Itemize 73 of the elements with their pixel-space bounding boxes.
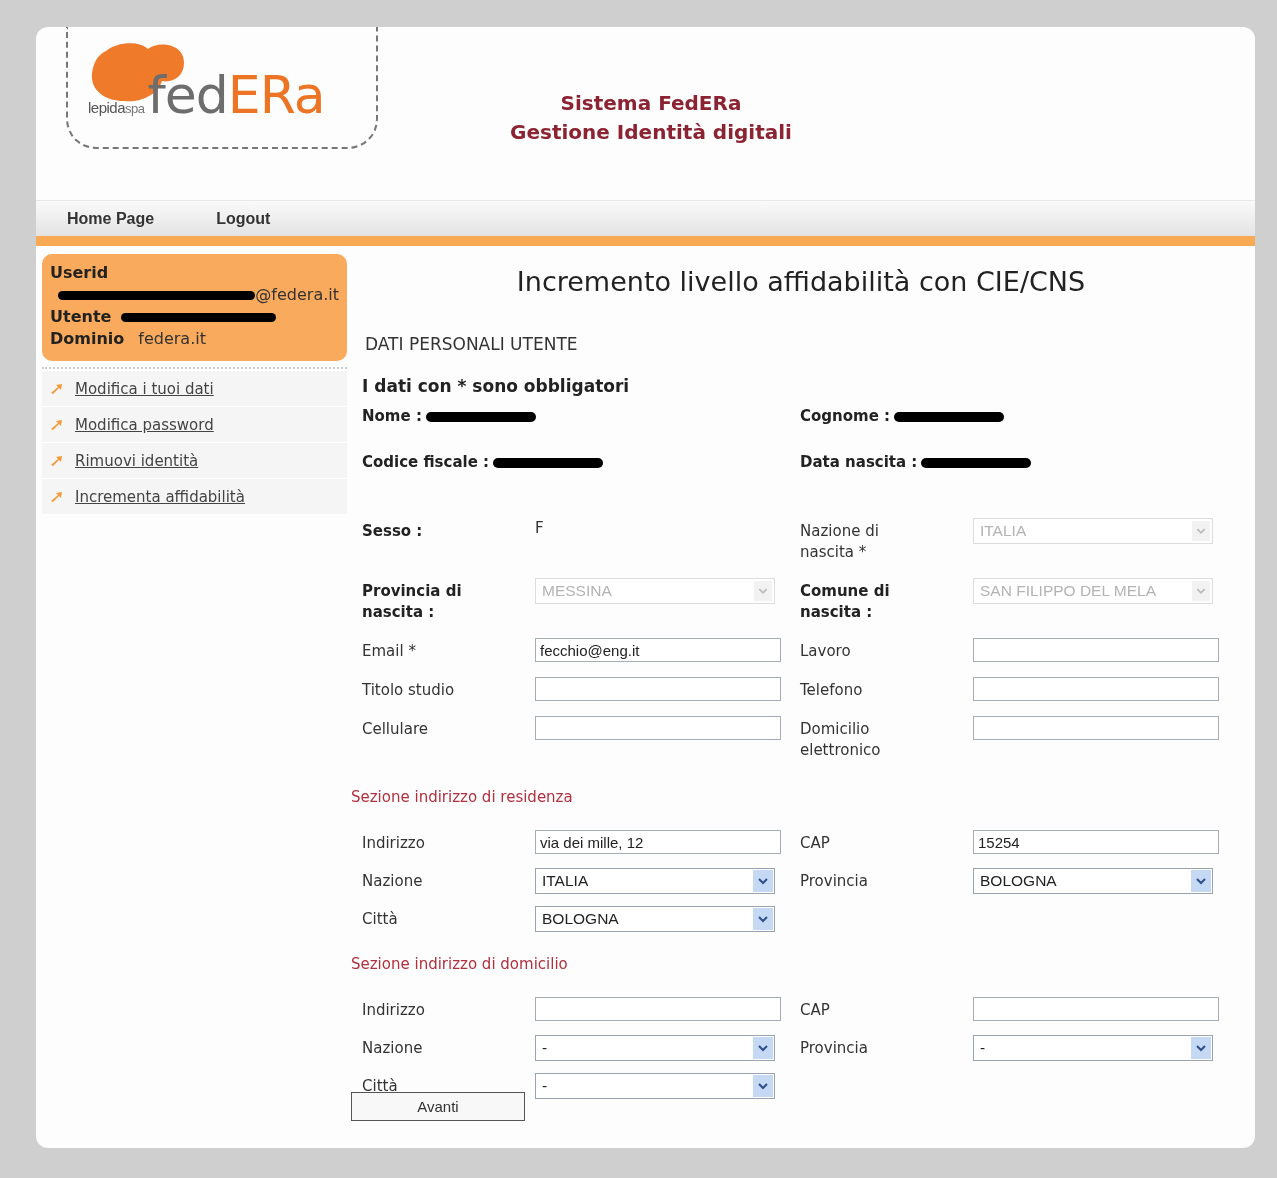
field-label: Data nascita : [800, 452, 918, 473]
field-label: Codice fiscale : [362, 452, 490, 473]
page-title: Incremento livello affidabilità con CIE/CNS [515, 266, 1087, 297]
field-label: Nazione [362, 1038, 423, 1059]
field-label: Titolo studio [362, 680, 455, 701]
arrow-icon [50, 419, 63, 430]
select-field: ITALIA [973, 518, 1213, 544]
caret-icon [753, 1075, 773, 1097]
system-title: Gestione Identità digitali [509, 119, 793, 146]
required-note: I dati con * sono obbligatori [362, 376, 631, 396]
field-label: Comune di nascita : [800, 581, 891, 623]
field-label: Nazione di nascita * [800, 521, 880, 563]
utente-label: Utente [50, 306, 112, 328]
section-heading: Sezione indirizzo di domicilio [351, 955, 569, 975]
field-label: Città [362, 909, 398, 930]
caret-icon [753, 1037, 773, 1059]
caret-icon [1191, 870, 1211, 892]
input-field[interactable]: via dei mille, 12 [535, 830, 781, 854]
input-field[interactable] [973, 997, 1219, 1021]
select-field: SAN FILIPPO DEL MELA [973, 578, 1213, 604]
caret-icon [1191, 1037, 1211, 1059]
dominio-value: federa.it [138, 328, 206, 350]
arrow-icon [50, 491, 63, 502]
caret-icon [1191, 521, 1211, 541]
caret-icon [753, 581, 773, 601]
system-title: Sistema FedERa [559, 90, 743, 117]
avanti-button[interactable]: Avanti [351, 1092, 525, 1121]
field-label: Provincia di nascita : [362, 581, 463, 623]
section-heading: DATI PERSONALI UTENTE [365, 334, 579, 354]
section-heading: Sezione indirizzo di residenza [351, 788, 574, 808]
field-label: CAP [800, 833, 830, 854]
userid-label: Userid [50, 262, 109, 284]
field-label: Nome : [362, 406, 422, 427]
input-field[interactable] [973, 716, 1219, 740]
select-field[interactable]: - [973, 1035, 1213, 1061]
field-label: CAP [800, 1000, 830, 1021]
field-label: Cellulare [362, 719, 428, 740]
logo-company-text: lepidaspa [88, 99, 145, 116]
field-label: Domicilio elettronico [800, 719, 882, 761]
select-field: MESSINA [535, 578, 775, 604]
logo-text: fedERa [147, 69, 325, 121]
caret-icon [753, 908, 773, 930]
field-label: Provincia [800, 871, 868, 892]
nav-link[interactable]: Logout [216, 209, 271, 228]
dominio-label: Dominio [50, 328, 125, 350]
field-label: Sesso : [362, 521, 423, 542]
field-value: F [535, 519, 544, 537]
input-field[interactable]: fecchio@eng.it [535, 638, 781, 662]
select-field[interactable]: BOLOGNA [535, 906, 775, 932]
field-label: Lavoro [800, 641, 851, 662]
arrow-icon [50, 455, 63, 466]
field-label: Telefono [800, 680, 863, 701]
input-field[interactable] [535, 677, 781, 701]
select-field[interactable]: - [535, 1073, 775, 1099]
field-label: Indirizzo [362, 1000, 425, 1021]
userid-value: @federa.it [255, 284, 339, 306]
input-field[interactable] [535, 997, 781, 1021]
input-field[interactable] [535, 716, 781, 740]
nav-link[interactable]: Home Page [67, 209, 155, 228]
caret-icon [753, 870, 773, 892]
field-label: Email * [362, 641, 416, 662]
select-field[interactable]: - [535, 1035, 775, 1061]
input-field[interactable]: 15254 [973, 830, 1219, 854]
arrow-icon [50, 383, 63, 394]
field-label: Cognome : [800, 406, 891, 427]
input-field[interactable] [973, 638, 1219, 662]
field-label: Nazione [362, 871, 423, 892]
select-field[interactable]: BOLOGNA [973, 868, 1213, 894]
select-field[interactable]: ITALIA [535, 868, 775, 894]
field-label: Provincia [800, 1038, 868, 1059]
caret-icon [1191, 581, 1211, 601]
field-label: Indirizzo [362, 833, 425, 854]
input-field[interactable] [973, 677, 1219, 701]
